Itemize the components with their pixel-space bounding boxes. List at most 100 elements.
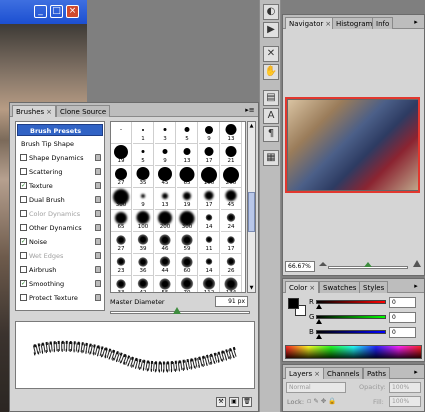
panel-menu-icon[interactable]: ▸≡ xyxy=(245,105,255,115)
brush-tip[interactable]: 39 xyxy=(133,232,154,254)
tab-color[interactable]: Color × xyxy=(285,281,320,293)
brush-tip[interactable]: 100 xyxy=(133,210,154,232)
brush-tip-grid[interactable]: 1 3 5 9 13 19 5 9 13 17 21 27 35 45 65 100 200 300 9 13 19 17… xyxy=(110,121,246,293)
brush-tip[interactable]: 24 xyxy=(221,210,242,232)
brush-tip[interactable]: 60 xyxy=(177,254,198,276)
brush-tip[interactable]: 14 xyxy=(199,254,220,276)
lock-icon[interactable] xyxy=(95,266,101,273)
tools-icon[interactable]: ✕ xyxy=(263,46,279,62)
brush-option-protect-texture[interactable]: Protect Texture xyxy=(17,292,103,304)
foreground-color-swatch[interactable] xyxy=(288,298,299,309)
trash-icon[interactable]: 🗑 xyxy=(242,397,252,407)
brush-tip[interactable]: 13 xyxy=(177,144,198,166)
brush-tip[interactable]: 27 xyxy=(111,232,132,254)
option-checkbox[interactable]: ✓ xyxy=(20,238,27,245)
tab-layers[interactable]: Layers × xyxy=(285,367,325,379)
brush-option-wet-edges[interactable]: Wet Edges xyxy=(17,250,103,262)
brush-tip[interactable]: 13 xyxy=(221,122,242,144)
brush-tip[interactable]: 9 xyxy=(155,144,176,166)
close-icon[interactable]: × xyxy=(309,284,315,292)
navigator-icon[interactable]: ◐ xyxy=(263,4,279,20)
lock-icon[interactable] xyxy=(95,210,101,217)
tab-styles[interactable]: Styles xyxy=(359,281,389,293)
channel-slider-thumb[interactable] xyxy=(316,319,322,324)
type-icon[interactable]: A xyxy=(263,108,279,124)
lock-icons[interactable]: ▫✎✥🔒 xyxy=(307,397,338,405)
opacity-field[interactable]: 100% xyxy=(389,382,421,393)
lock-icon[interactable] xyxy=(95,238,101,245)
brush-tip[interactable]: 65 xyxy=(177,166,198,188)
brush-tip[interactable]: 45 xyxy=(221,188,242,210)
brush-tip[interactable]: 46 xyxy=(155,232,176,254)
brush-option-smoothing[interactable]: ✓ Smoothing xyxy=(17,278,103,290)
close-icon[interactable]: × xyxy=(46,108,52,116)
brush-tip[interactable] xyxy=(111,122,132,144)
zoom-slider-thumb[interactable] xyxy=(364,262,372,267)
channel-value-field[interactable]: 0 xyxy=(389,327,416,338)
tab-brushes[interactable]: Brushes × xyxy=(12,105,57,117)
brush-option-dual-brush[interactable]: Dual Brush xyxy=(17,194,103,206)
paragraph-icon[interactable]: ¶ xyxy=(263,126,279,142)
blend-mode-select[interactable]: Normal xyxy=(286,382,346,393)
channel-slider-thumb[interactable] xyxy=(316,304,322,309)
brush-tip[interactable]: 27 xyxy=(111,166,132,188)
color-spectrum-bar[interactable] xyxy=(285,345,422,359)
brush-option-shape-dynamics[interactable]: Shape Dynamics xyxy=(17,152,103,164)
brush-tip[interactable]: 9 xyxy=(199,122,220,144)
brush-tip[interactable]: 300 xyxy=(111,188,132,210)
option-checkbox[interactable]: ✓ xyxy=(20,182,27,189)
brush-tip[interactable]: 9 xyxy=(133,188,154,210)
brush-tip[interactable]: 5 xyxy=(133,144,154,166)
option-checkbox[interactable] xyxy=(20,252,27,259)
lock-icon[interactable] xyxy=(95,168,101,175)
zoom-field[interactable]: 66.67% xyxy=(285,261,315,272)
actions-icon[interactable]: ▶ xyxy=(263,22,279,38)
master-diameter-thumb[interactable] xyxy=(173,307,182,314)
brush-tip[interactable]: 11 xyxy=(199,232,220,254)
channel-value-field[interactable]: 0 xyxy=(389,312,416,323)
grid-icon[interactable]: ▦ xyxy=(263,150,279,166)
channel-slider[interactable] xyxy=(316,330,386,334)
brush-tip[interactable]: 26 xyxy=(221,254,242,276)
navigator-view-box[interactable] xyxy=(285,97,420,193)
zoom-in-icon[interactable] xyxy=(413,260,421,267)
lock-icon[interactable] xyxy=(95,182,101,189)
tab-histogram[interactable]: Histogram xyxy=(332,17,377,29)
brush-tip[interactable]: 17 xyxy=(199,144,220,166)
brush-tip[interactable]: 33 xyxy=(111,276,132,292)
option-checkbox[interactable] xyxy=(20,168,27,175)
toggle-brush-icon[interactable]: ⚒ xyxy=(216,397,226,407)
zoom-out-icon[interactable] xyxy=(319,262,327,266)
brush-tip[interactable]: 21 xyxy=(221,144,242,166)
brush-option-scattering[interactable]: Scattering xyxy=(17,166,103,178)
close-icon[interactable]: × xyxy=(66,5,79,18)
brush-tip[interactable]: 14 xyxy=(199,210,220,232)
brush-option-airbrush[interactable]: Airbrush xyxy=(17,264,103,276)
lock-icon[interactable] xyxy=(95,294,101,301)
close-icon[interactable]: × xyxy=(314,370,320,378)
brush-tip[interactable]: 3 xyxy=(155,122,176,144)
lock-icon[interactable] xyxy=(95,224,101,231)
brush-tip[interactable]: 19 xyxy=(111,144,132,166)
channel-value-field[interactable]: 0 xyxy=(389,297,416,308)
lock-icon[interactable] xyxy=(95,154,101,161)
lock-icon[interactable] xyxy=(95,196,101,203)
channel-slider[interactable] xyxy=(316,315,386,319)
minimize-icon[interactable]: _ xyxy=(34,5,47,18)
scroll-up-icon[interactable]: ▲ xyxy=(248,122,255,130)
option-checkbox[interactable] xyxy=(20,154,27,161)
brush-tip[interactable]: 200 xyxy=(155,210,176,232)
brush-tip[interactable]: 200 xyxy=(221,166,242,188)
tab-info[interactable]: Info xyxy=(372,17,394,29)
brush-tip[interactable]: 70 xyxy=(177,276,198,292)
channel-slider-thumb[interactable] xyxy=(316,334,322,339)
option-checkbox[interactable] xyxy=(20,224,27,231)
new-brush-icon[interactable]: ▣ xyxy=(229,397,239,407)
brush-option-brush-tip-shape[interactable]: Brush Tip Shape xyxy=(17,138,103,150)
layers-icon[interactable]: ▤ xyxy=(263,90,279,106)
tab-navigator[interactable]: Navigator × xyxy=(285,17,336,29)
tab-clone-source[interactable]: Clone Source xyxy=(56,105,111,117)
option-checkbox[interactable] xyxy=(20,196,27,203)
close-icon[interactable]: × xyxy=(325,20,331,28)
scroll-down-icon[interactable]: ▼ xyxy=(248,284,255,292)
